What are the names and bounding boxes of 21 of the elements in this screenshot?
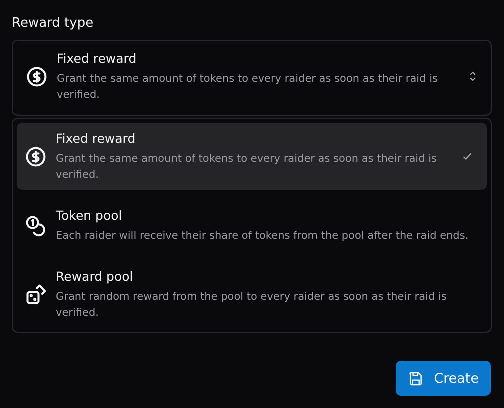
option-description: Grant the same amount of tokens to every raider as soon as their raid is verified. [56, 152, 438, 183]
coins-icon [25, 214, 47, 236]
chevron-icon [469, 70, 477, 83]
option-title: Fixed reward [56, 130, 137, 148]
save-icon [408, 370, 424, 386]
option-title: Reward pool [56, 268, 134, 286]
option-title: Fixed reward [57, 50, 138, 68]
option-title: Token pool [56, 207, 124, 225]
create-button[interactable]: Create [396, 361, 491, 396]
field-label: Reward type [12, 16, 95, 32]
option-description: Each raider will receive their share of tokens from the pool after the raid ends. [56, 229, 470, 244]
dropdown-option[interactable]: Reward pool Grant random reward from the pool to every raider as soon as their raid is verified. [17, 261, 487, 328]
check-icon [462, 151, 473, 162]
dropdown-option[interactable]: Fixed reward Grant the same amount of tokens to every raider as soon as their raid is verified. [17, 123, 487, 190]
option-description: Grant the same amount of tokens to every raider as soon as their raid is verified. [57, 72, 439, 103]
dollar-icon [26, 66, 48, 88]
dice-icon [25, 284, 47, 306]
dollar-icon [25, 146, 47, 168]
dropdown-option[interactable]: Token pool Each raider will receive their share of tokens from the pool after the raid ends. [17, 192, 487, 259]
option-description: Grant random reward from the pool to every raider as soon as their raid is verified. [56, 290, 448, 321]
select-field[interactable]: Fixed reward Grant the same amount of tokens to every raider as soon as their raid is verified. [12, 40, 492, 116]
